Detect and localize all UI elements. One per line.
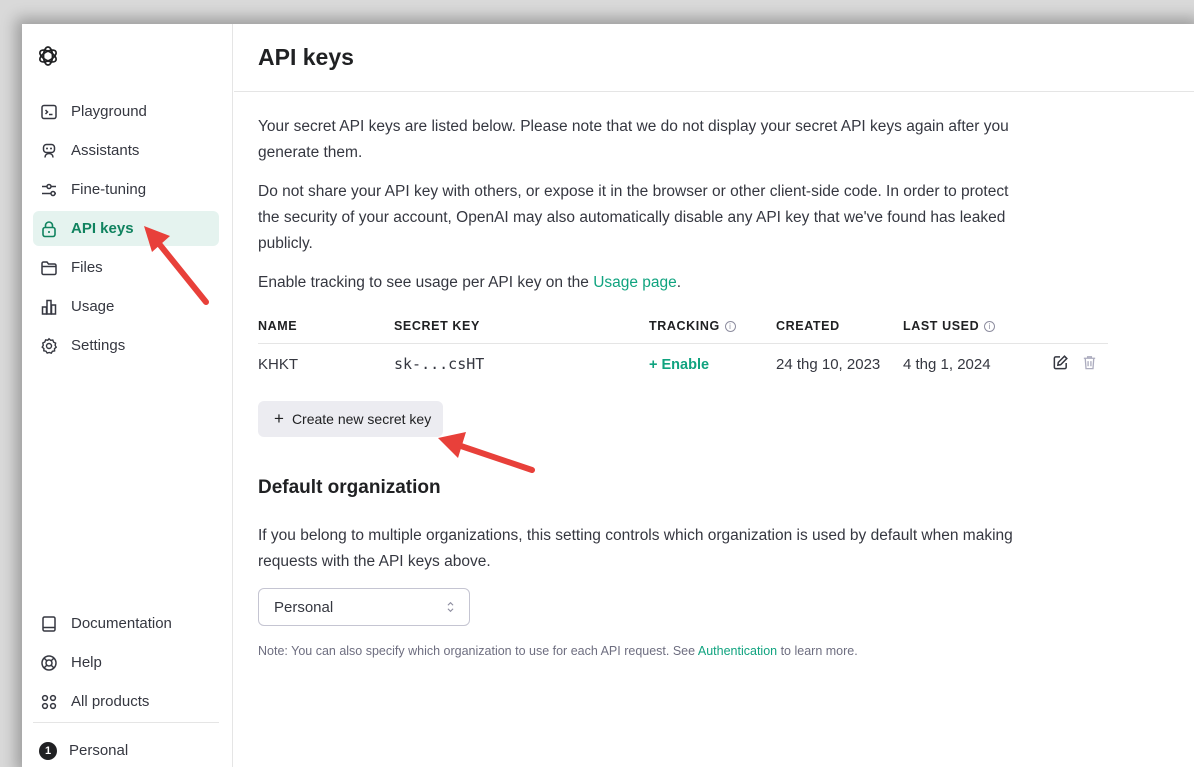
- chevron-up-down-icon: [446, 601, 455, 614]
- plus-icon: +: [274, 409, 284, 428]
- key-name: KHKT: [258, 355, 299, 373]
- column-header-tracking: TRACKING i: [649, 309, 776, 344]
- default-organization-description: If you belong to multiple organizations,…: [258, 527, 1013, 570]
- folder-icon: [39, 258, 59, 278]
- column-header-secret-key: SECRET KEY: [394, 309, 649, 344]
- secret-key-value: sk-...csHT: [394, 355, 485, 374]
- sidebar-item-label: Files: [71, 259, 103, 276]
- default-organization-title: Default organization: [258, 477, 441, 498]
- organization-note: Note: You can also specify which organiz…: [258, 644, 1118, 658]
- sidebar-item-usage[interactable]: Usage: [33, 289, 219, 324]
- column-header-last-used: LAST USED i: [903, 309, 1018, 344]
- organization-select-value: Personal: [274, 598, 334, 616]
- column-header-last-used-label: LAST USED: [903, 318, 980, 333]
- info-icon[interactable]: i: [724, 320, 736, 332]
- column-header-tracking-label: TRACKING: [649, 318, 720, 333]
- main-content: API keys Your secret API keys are listed…: [234, 24, 1194, 767]
- sidebar-item-all-products[interactable]: All products: [33, 684, 219, 719]
- sidebar-item-playground[interactable]: Playground: [33, 94, 219, 129]
- lifebuoy-icon: [39, 653, 59, 673]
- row-actions: [1018, 354, 1108, 375]
- tracking-text: Enable tracking to see usage per API key…: [258, 274, 594, 291]
- table-header-row: NAME SECRET KEY TRACKING i CREATED LAST U…: [258, 309, 1108, 344]
- robot-icon: [39, 141, 59, 161]
- sidebar-item-label: API keys: [71, 220, 134, 237]
- terminal-icon: [39, 102, 59, 122]
- sidebar-item-label: Help: [71, 654, 102, 671]
- tracking-cell: + Enable: [649, 343, 776, 385]
- table-row: KHKT sk-...csHT + Enable 24 thg 10, 2023…: [258, 343, 1108, 385]
- edit-icon[interactable]: [1052, 354, 1069, 375]
- intro-paragraph-2: Do not share your API key with others, o…: [258, 183, 1009, 252]
- content-body: Your secret API keys are listed below. P…: [258, 114, 1118, 658]
- authentication-link[interactable]: Authentication: [698, 644, 777, 658]
- tracking-suffix: .: [676, 274, 682, 291]
- sidebar-item-label: Documentation: [71, 615, 172, 632]
- openai-logo-icon[interactable]: [36, 44, 60, 68]
- lock-icon: [39, 219, 59, 239]
- bar-chart-icon: [39, 297, 59, 317]
- sidebar-item-label: Settings: [71, 337, 126, 354]
- sidebar-item-assistants[interactable]: Assistants: [33, 133, 219, 168]
- column-header-name: NAME: [258, 309, 394, 344]
- created-date: 24 thg 10, 2023: [776, 355, 881, 373]
- note-text: Note: You can also specify which organiz…: [258, 644, 698, 658]
- account-label: Personal: [69, 742, 129, 759]
- app-window: Playground Assistants Fine-tuning API ke…: [22, 24, 1194, 767]
- sidebar-item-fine-tuning[interactable]: Fine-tuning: [33, 172, 219, 207]
- sidebar-divider: [33, 722, 219, 723]
- create-new-secret-key-button[interactable]: + Create new secret key: [258, 401, 444, 437]
- trash-icon[interactable]: [1081, 354, 1098, 375]
- info-icon[interactable]: i: [984, 320, 996, 332]
- last-used-date: 4 thg 1, 2024: [903, 355, 991, 373]
- page-title: API keys: [258, 44, 354, 70]
- gear-icon: [39, 336, 59, 356]
- row-actions-cell: [1018, 343, 1108, 385]
- note-suffix: to learn more.: [777, 644, 858, 658]
- sidebar-item-label: All products: [71, 693, 150, 710]
- usage-page-link[interactable]: Usage page: [593, 274, 677, 291]
- account-badge: 1: [39, 741, 57, 760]
- sidebar-item-help[interactable]: Help: [33, 645, 219, 680]
- column-header-actions: [1018, 309, 1108, 344]
- sidebar: Playground Assistants Fine-tuning API ke…: [22, 24, 233, 767]
- organization-select[interactable]: Personal: [258, 588, 470, 626]
- book-icon: [39, 614, 59, 634]
- api-keys-table: NAME SECRET KEY TRACKING i CREATED LAST U…: [258, 309, 1108, 385]
- sliders-icon: [39, 180, 59, 200]
- sidebar-item-files[interactable]: Files: [33, 250, 219, 285]
- enable-tracking-link[interactable]: + Enable: [649, 357, 709, 373]
- intro-paragraph-1: Your secret API keys are listed below. P…: [258, 118, 1009, 161]
- sidebar-item-label: Usage: [71, 298, 115, 315]
- tracking-paragraph: Enable tracking to see usage per API key…: [258, 270, 1028, 296]
- sidebar-item-documentation[interactable]: Documentation: [33, 606, 219, 641]
- create-button-label: Create new secret key: [291, 411, 432, 427]
- sidebar-item-label: Fine-tuning: [71, 181, 147, 198]
- column-header-created: CREATED: [776, 309, 903, 344]
- sidebar-item-api-keys[interactable]: API keys: [33, 211, 219, 246]
- grid-icon: [39, 692, 59, 712]
- account-switcher[interactable]: 1 Personal: [33, 733, 219, 767]
- sidebar-item-settings[interactable]: Settings: [33, 328, 219, 363]
- sidebar-item-label: Assistants: [71, 142, 140, 159]
- page-header: API keys: [234, 24, 1194, 92]
- sidebar-item-label: Playground: [71, 103, 147, 120]
